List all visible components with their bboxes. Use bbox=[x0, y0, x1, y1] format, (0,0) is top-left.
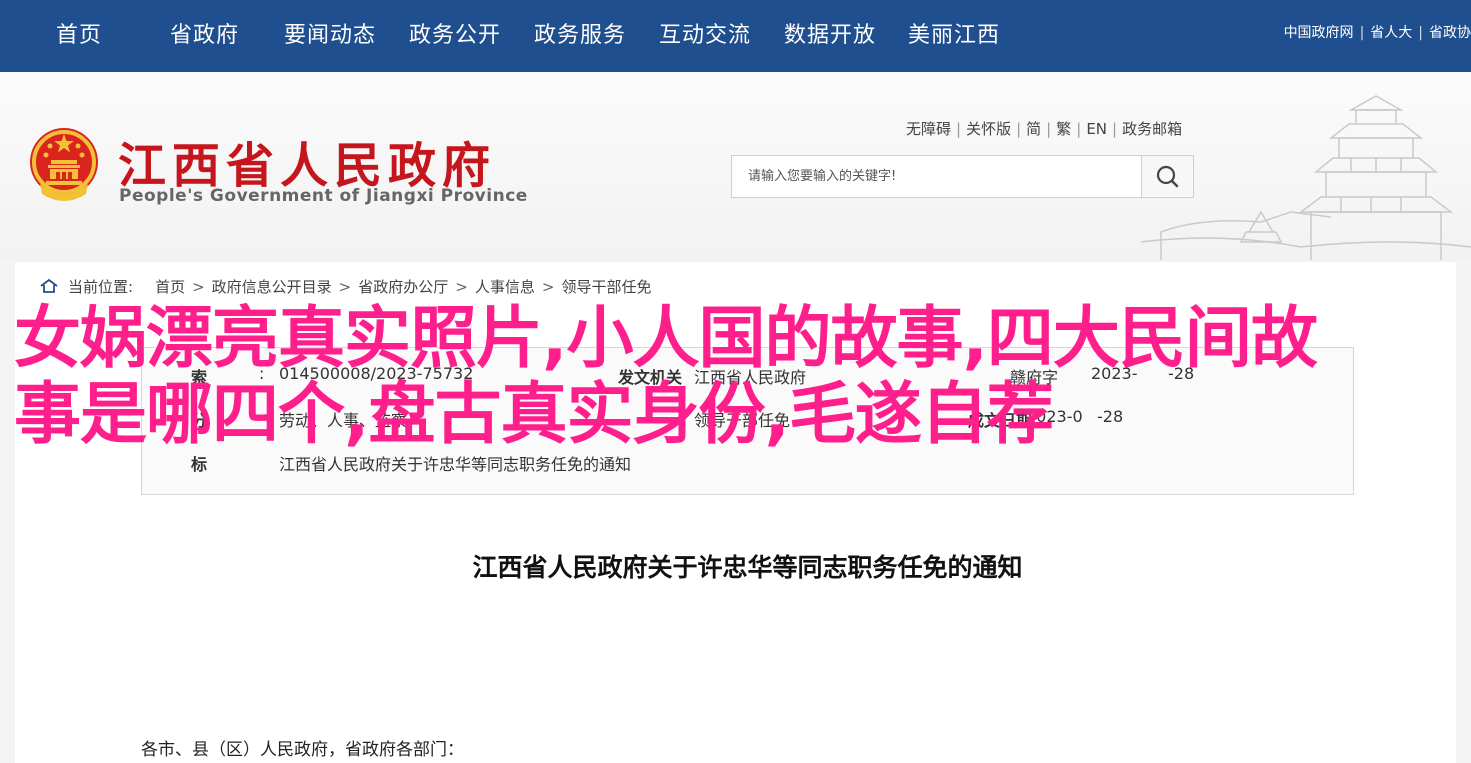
nav-item-home[interactable]: 首页 bbox=[56, 18, 102, 54]
document-title: 江西省人民政府关于许忠华等同志职务任免的通知 bbox=[472, 553, 1023, 582]
nav-item-news[interactable]: 要闻动态 bbox=[284, 18, 376, 54]
document-salutation: 各市、县（区）人民政府，省政府各部门： bbox=[141, 740, 464, 760]
breadcrumb-label: 当前位置: bbox=[68, 278, 134, 296]
breadcrumb-item-personnel-info[interactable]: 人事信息 bbox=[475, 278, 535, 296]
link-china-gov[interactable]: 中国政府网 bbox=[1284, 22, 1354, 42]
national-emblem-icon bbox=[30, 128, 98, 201]
nav-item-beautiful-jiangxi[interactable]: 美丽江西 bbox=[908, 18, 1000, 54]
pagoda-illustration bbox=[1141, 95, 1471, 260]
nav-item-gov-services[interactable]: 政务服务 bbox=[534, 18, 626, 54]
breadcrumb-item-info-catalog[interactable]: 政府信息公开目录 bbox=[212, 278, 332, 296]
link-traditional[interactable]: 繁 bbox=[1056, 120, 1071, 138]
nav-item-open-data[interactable]: 数据开放 bbox=[784, 18, 876, 54]
link-care-version[interactable]: 关怀版 bbox=[966, 120, 1011, 138]
nav-item-provincial-gov[interactable]: 省政府 bbox=[170, 18, 239, 54]
site-subtitle: People's Government of Jiangxi Province bbox=[119, 186, 528, 206]
nav-item-gov-affairs-open[interactable]: 政务公开 bbox=[409, 18, 501, 54]
info-doc-title: 江西省人民政府关于许忠华等同志职务任免的通知 bbox=[279, 455, 632, 474]
overlay-banner-text: 女娲漂亮真实照片,小人国的故事,四大民间故事是哪四个,盘古真实身份,毛遂自荐 bbox=[14, 299, 1318, 453]
top-nav-bar: 首页 省政府 要闻动态 政务公开 政务服务 互动交流 数据开放 美丽江西 中国政… bbox=[0, 0, 1471, 72]
breadcrumb-item-general-office[interactable]: 省政府办公厅 bbox=[358, 278, 448, 296]
search-box bbox=[731, 155, 1194, 198]
breadcrumb: 当前位置: 首页 > 政府信息公开目录 > 省政府办公厅 > 人事信息 > 领导干部任免 bbox=[40, 276, 651, 297]
nav-item-interaction[interactable]: 互动交流 bbox=[659, 18, 751, 54]
home-icon bbox=[40, 279, 58, 293]
link-simplified[interactable]: 简 bbox=[1026, 120, 1041, 138]
link-barrier-free[interactable]: 无障碍 bbox=[906, 120, 951, 138]
breadcrumb-item-cadre-appointment[interactable]: 领导干部任免 bbox=[561, 278, 651, 296]
link-provincial-congress[interactable]: 省人大 bbox=[1370, 22, 1412, 42]
link-english[interactable]: EN bbox=[1086, 120, 1107, 138]
info-key-title: 标 bbox=[191, 455, 208, 474]
breadcrumb-item-home[interactable]: 首页 bbox=[155, 278, 185, 296]
link-provincial-cppcc[interactable]: 省政协 bbox=[1429, 22, 1471, 42]
search-input[interactable] bbox=[732, 156, 1142, 197]
site-header: 江西省人民政府 People's Government of Jiangxi P… bbox=[0, 72, 1471, 260]
top-external-links: 中国政府网 | 省人大 | 省政协 bbox=[1284, 22, 1471, 44]
